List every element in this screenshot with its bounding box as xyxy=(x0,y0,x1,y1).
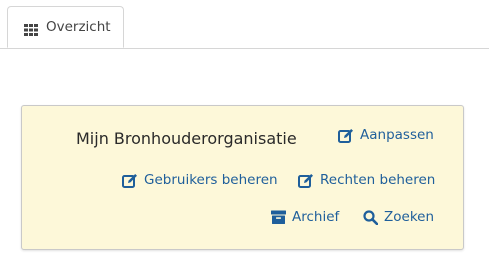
panel-title: Mijn Bronhouderorganisatie xyxy=(76,129,297,148)
gebruikers-beheren-link[interactable]: Gebruikers beheren xyxy=(122,172,278,188)
archief-link[interactable]: Archief xyxy=(271,209,339,225)
archive-icon xyxy=(271,210,286,224)
tab-bar: Overzicht xyxy=(0,0,489,49)
rechten-beheren-label: Rechten beheren xyxy=(320,172,436,188)
search-icon xyxy=(363,209,378,225)
edit-icon xyxy=(338,128,353,143)
aanpassen-label: Aanpassen xyxy=(360,127,434,143)
zoeken-label: Zoeken xyxy=(384,209,435,225)
rechten-beheren-link[interactable]: Rechten beheren xyxy=(298,172,435,188)
zoeken-link[interactable]: Zoeken xyxy=(363,209,434,225)
gebruikers-beheren-label: Gebruikers beheren xyxy=(144,172,278,188)
archief-label: Archief xyxy=(292,209,340,225)
edit-icon xyxy=(122,173,137,188)
aanpassen-link[interactable]: Aanpassen xyxy=(338,127,434,143)
tab-overzicht[interactable]: Overzicht xyxy=(7,6,124,48)
grid-icon xyxy=(24,21,38,36)
edit-icon xyxy=(298,173,313,188)
tab-label: Overzicht xyxy=(46,19,111,35)
organisation-panel: Mijn Bronhouderorganisatie Aanpassen Geb… xyxy=(21,105,464,250)
